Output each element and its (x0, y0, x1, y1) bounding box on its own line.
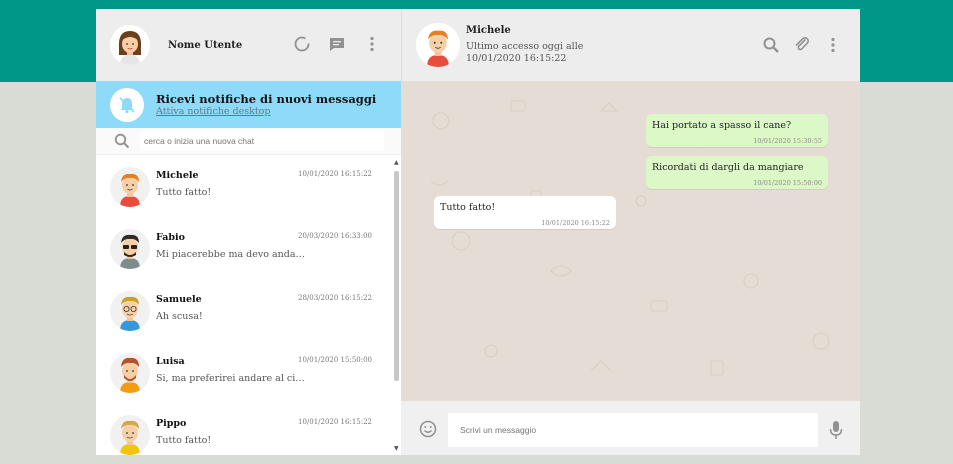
bell-off-icon (110, 87, 144, 122)
chat-last-message: Si, ma preferirei andare al cinema (156, 373, 306, 384)
chat-last-message: Mi piacerebbe ma devo andare a fare la s… (156, 249, 306, 260)
chat-row-michele[interactable]: Michele Tutto fatto! 10/01/2020 16:15:22 (96, 157, 394, 219)
scrollbar-thumb[interactable] (394, 171, 399, 381)
sidebar: Nome Utente Ricevi notifiche di nuovi me… (96, 9, 401, 455)
message-input[interactable] (448, 413, 818, 447)
message-bubble-sent[interactable]: Ricordati di dargli da mangiare 10/01/20… (646, 156, 828, 189)
contact-avatar (110, 415, 150, 455)
chat-last-message: Ah scusa! (156, 311, 203, 322)
chat-app: Nome Utente Ricevi notifiche di nuovi me… (96, 9, 860, 455)
contact-avatar (110, 353, 150, 393)
search-icon (114, 133, 130, 149)
chat-row-luisa[interactable]: Luisa Si, ma preferirei andare al cinema… (96, 343, 394, 405)
contact-avatar (110, 291, 150, 331)
chat-time: 10/01/2020 16:15:22 (297, 170, 372, 178)
message-bubble-sent[interactable]: Hai portato a spasso il cane? 10/01/2020… (646, 114, 828, 147)
message-time: 10/01/2020 15:50:00 (753, 179, 822, 187)
conversation-header: Michele Ultimo accesso oggi alle 10/01/2… (401, 9, 860, 81)
notification-banner: Ricevi notifiche di nuovi messaggi Attiv… (96, 81, 401, 128)
contact-avatar[interactable] (416, 23, 460, 67)
message-bubble-received[interactable]: Tutto fatto! 10/01/2020 16:15:22 (434, 196, 616, 229)
chat-row-samuele[interactable]: Samuele Ah scusa! 28/03/2020 16:15:22 (96, 281, 394, 343)
message-text: Tutto fatto! (440, 202, 496, 213)
chat-time: 28/03/2020 16:15:22 (297, 294, 372, 302)
message-text: Ricordati di dargli da mangiare (652, 162, 804, 173)
message-area: Hai portato a spasso il cane? 10/01/2020… (401, 81, 860, 401)
search-icon[interactable] (762, 36, 780, 54)
message-time: 10/01/2020 15:30:55 (753, 137, 822, 145)
contact-avatar (110, 167, 150, 207)
search-bar (96, 128, 401, 155)
chat-row-fabio[interactable]: Fabio Mi piacerebbe ma devo andare a far… (96, 219, 394, 281)
chat-row-pippo[interactable]: Pippo Tutto fatto! 10/01/2020 16:15:22 (96, 405, 394, 455)
user-name: Nome Utente (168, 39, 243, 51)
scroll-down-arrow-icon[interactable]: ▼ (394, 446, 399, 452)
new-chat-icon[interactable] (328, 35, 346, 53)
emoji-icon[interactable] (419, 420, 437, 438)
chat-time: 10/01/2020 15:50:00 (297, 356, 372, 364)
conversation-panel: Michele Ultimo accesso oggi alle 10/01/2… (401, 9, 860, 455)
message-composer (401, 401, 860, 455)
contact-avatar (110, 229, 150, 269)
contact-name: Michele (466, 25, 511, 36)
last-seen-status: Ultimo accesso oggi alle 10/01/2020 16:1… (466, 41, 584, 64)
attach-icon[interactable] (793, 36, 811, 54)
sidebar-header: Nome Utente (96, 9, 401, 81)
menu-icon[interactable] (363, 35, 381, 53)
user-avatar[interactable] (110, 25, 150, 65)
status-icon[interactable] (293, 35, 311, 53)
enable-notifications-link[interactable]: Attiva notifiche desktop (156, 106, 376, 117)
chat-list: Michele Tutto fatto! 10/01/2020 16:15:22… (96, 157, 394, 455)
message-text: Hai portato a spasso il cane? (652, 120, 792, 131)
scroll-up-arrow-icon[interactable]: ▲ (394, 160, 399, 166)
menu-icon[interactable] (824, 36, 842, 54)
chat-time: 20/03/2020 16:33:00 (297, 232, 372, 240)
chat-last-message: Tutto fatto! (156, 187, 212, 198)
notification-title: Ricevi notifiche di nuovi messaggi (156, 92, 377, 106)
chat-list-scrollbar[interactable]: ▲ ▼ (394, 157, 401, 455)
chat-last-message: Tutto fatto! (156, 435, 212, 446)
search-input[interactable] (140, 131, 384, 151)
chat-time: 10/01/2020 16:15:22 (297, 418, 372, 426)
microphone-icon[interactable] (829, 420, 843, 440)
message-time: 10/01/2020 16:15:22 (541, 219, 610, 227)
